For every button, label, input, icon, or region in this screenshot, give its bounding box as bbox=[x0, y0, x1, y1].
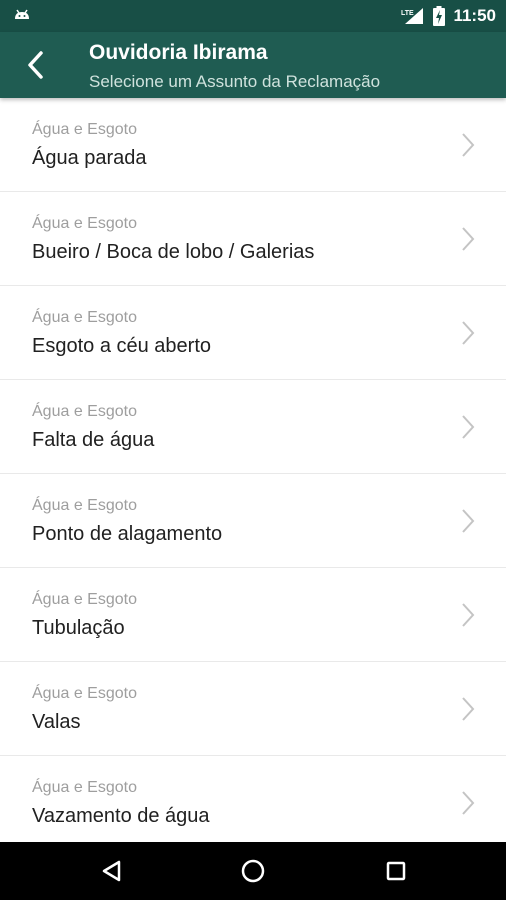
back-button[interactable] bbox=[16, 45, 56, 85]
chevron-right-icon bbox=[462, 509, 475, 533]
list-item[interactable]: Água e Esgoto Vazamento de água bbox=[0, 756, 506, 842]
page-title: Ouvidoria Ibirama bbox=[89, 41, 268, 64]
list-item[interactable]: Água e Esgoto Valas bbox=[0, 662, 506, 756]
system-nav-bar bbox=[0, 842, 506, 900]
chevron-right-icon bbox=[462, 791, 475, 815]
recents-square-icon bbox=[386, 861, 406, 881]
chevron-right-icon bbox=[462, 415, 475, 439]
android-icon bbox=[15, 9, 29, 19]
list-item[interactable]: Água e Esgoto Água parada bbox=[0, 98, 506, 192]
back-triangle-icon bbox=[102, 860, 121, 882]
item-category: Água e Esgoto bbox=[32, 403, 137, 420]
list-item[interactable]: Água e Esgoto Tubulação bbox=[0, 568, 506, 662]
page-subtitle: Selecione um Assunto da Reclamação bbox=[89, 72, 381, 91]
status-time: 11:50 bbox=[453, 6, 496, 25]
battery-charging-icon bbox=[433, 6, 446, 26]
item-title: Vazamento de água bbox=[32, 805, 210, 827]
item-title: Bueiro / Boca de lobo / Galerias bbox=[32, 241, 315, 263]
item-category: Água e Esgoto bbox=[32, 497, 137, 514]
item-category: Água e Esgoto bbox=[32, 215, 137, 232]
lte-signal-icon: LTE bbox=[401, 8, 424, 24]
chevron-right-icon bbox=[462, 321, 475, 345]
item-title: Valas bbox=[32, 711, 81, 733]
nav-back-button[interactable] bbox=[92, 851, 132, 891]
back-arrow-icon bbox=[28, 51, 43, 79]
app-bar: Ouvidoria Ibirama Selecione um Assunto d… bbox=[0, 32, 506, 98]
lte-label: LTE bbox=[401, 10, 414, 17]
nav-home-button[interactable] bbox=[233, 851, 273, 891]
chevron-right-icon bbox=[462, 227, 475, 251]
list-item[interactable]: Água e Esgoto Falta de água bbox=[0, 380, 506, 474]
item-category: Água e Esgoto bbox=[32, 685, 137, 702]
status-icons: LTE 11:50 bbox=[401, 0, 496, 32]
item-title: Esgoto a céu aberto bbox=[32, 335, 212, 357]
item-title: Falta de água bbox=[32, 429, 155, 451]
chevron-right-icon bbox=[462, 697, 475, 721]
item-category: Água e Esgoto bbox=[32, 309, 137, 326]
home-circle-icon bbox=[241, 859, 265, 883]
list-item[interactable]: Água e Esgoto Ponto de alagamento bbox=[0, 474, 506, 568]
item-category: Água e Esgoto bbox=[32, 779, 137, 796]
item-title: Ponto de alagamento bbox=[32, 523, 223, 545]
list-item[interactable]: Água e Esgoto Esgoto a céu aberto bbox=[0, 286, 506, 380]
item-category: Água e Esgoto bbox=[32, 591, 137, 608]
item-title: Água parada bbox=[32, 147, 147, 169]
subject-list: Água e Esgoto Água parada Água e Esgoto … bbox=[0, 98, 506, 842]
chevron-right-icon bbox=[462, 133, 475, 157]
nav-recents-button[interactable] bbox=[376, 851, 416, 891]
status-bar: LTE 11:50 bbox=[0, 0, 506, 32]
item-title: Tubulação bbox=[32, 617, 125, 639]
list-item[interactable]: Água e Esgoto Bueiro / Boca de lobo / Ga… bbox=[0, 192, 506, 286]
chevron-right-icon bbox=[462, 603, 475, 627]
item-category: Água e Esgoto bbox=[32, 121, 137, 138]
